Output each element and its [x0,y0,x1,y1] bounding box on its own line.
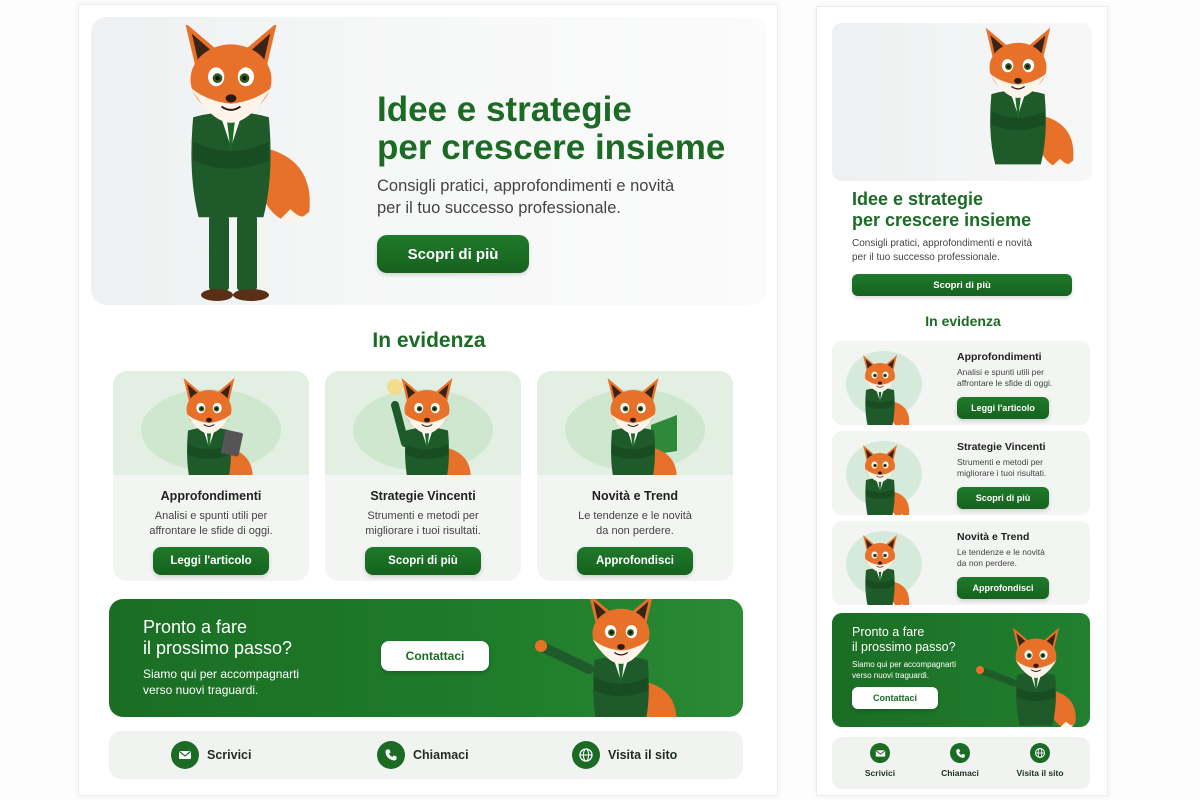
mail-icon [870,743,890,763]
mobile-hero-image [832,23,1092,181]
fox-mascot-image [985,27,1074,169]
fox-idea-image [862,444,910,515]
card-title: Strategie Vincenti [370,489,476,503]
phone-icon [950,743,970,763]
card-description: Le tendenze e le novità da non perdere. [578,510,692,537]
desktop-newsletter: Idee e strategie per crescere insieme Co… [78,4,778,796]
fox-tablet-image [862,354,910,425]
feature-card: Approfondimenti Analisi e spunti utili p… [113,371,309,581]
hero-subtitle: Consigli pratici, approfondimenti e novi… [377,177,675,217]
contact-item-call[interactable]: Chiamaci [377,741,469,769]
globe-icon [1030,743,1050,763]
contact-item-call[interactable]: Chiamaci [922,743,998,778]
mobile-feature-card: Novità e Trend Le tendenze e le novità d… [832,521,1090,605]
mobile-contact-button[interactable]: Contattaci [852,687,938,709]
mobile-card-title: Approfondimenti [957,351,1042,363]
mobile-card-title: Novità e Trend [957,531,1030,543]
globe-icon [572,741,600,769]
mobile-hero-title: Idee e strategie per crescere insieme [852,189,1032,230]
mobile-section-title: In evidenza [925,313,1001,329]
card-description: Analisi e spunti utili per affrontare le… [149,510,273,537]
mobile-card-description: Strumenti e metodi per migliorare i tuoi… [957,457,1047,478]
contact-label: Visita il sito [608,748,678,762]
mobile-card-button[interactable]: Leggi l'articolo [957,397,1049,419]
cta-banner: Pronto a fare il prossimo passo? Siamo q… [109,599,743,717]
contact-item-website[interactable]: Visita il sito [1002,743,1078,778]
mobile-card-title: Strategie Vincenti [957,441,1046,453]
page-canvas: Idee e strategie per crescere insieme Co… [0,0,1200,800]
mobile-card-description: Le tendenze e le novità da non perdere. [957,547,1045,568]
fox-chart-image [862,534,910,605]
phone-icon [377,741,405,769]
fox-idea-image [387,377,471,475]
contact-label: Visita il sito [1016,768,1064,778]
mobile-newsletter: Idee e strategie per crescere insieme Co… [816,6,1108,796]
mobile-hero-subtitle: Consigli pratici, approfondimenti e novi… [852,238,1033,263]
hero-title: Idee e strategie per crescere insieme [377,90,726,167]
fox-presenting-image [976,627,1076,727]
card-title: Approfondimenti [160,489,262,503]
mobile-feature-card: Approfondimenti Analisi e spunti utili p… [832,341,1090,425]
mobile-cta-subtitle: Siamo qui per accompagnarti verso nuovi … [852,660,957,680]
contact-button[interactable]: Contattaci [381,641,489,671]
feature-card: Strategie Vincenti Strumenti e metodi pe… [325,371,521,581]
hero-banner: Idee e strategie per crescere insieme Co… [91,17,767,305]
mobile-card-button[interactable]: Scopri di più [957,487,1049,509]
contact-bar: Scrivici Chiamaci Visita il sito [109,731,743,779]
fox-tablet-image [182,377,253,475]
contact-label: Chiamaci [413,748,469,762]
cta-title: Pronto a fare il prossimo passo? [143,617,293,658]
contact-item-website[interactable]: Visita il sito [572,741,677,769]
feature-card: Novità e Trend Le tendenze e le novità d… [537,371,733,581]
mobile-hero-cta-button[interactable]: Scopri di più [852,274,1072,296]
fox-presenting-image [535,599,677,717]
contact-label: Chiamaci [941,768,979,778]
hero-cta-button[interactable]: Scopri di più [377,235,529,273]
card-title: Novità e Trend [591,489,679,503]
card-button[interactable]: Leggi l'articolo [153,547,269,575]
mobile-feature-card: Strategie Vincenti Strumenti e metodi pe… [832,431,1090,515]
contact-item-write[interactable]: Scrivici [171,741,251,769]
fox-mascot-image [184,25,310,301]
contact-label: Scrivici [864,768,896,778]
mobile-contact-bar: Scrivici Chiamaci Visita il sito [832,737,1090,789]
contact-item-write[interactable]: Scrivici [842,743,918,778]
contact-label: Scrivici [207,748,252,762]
card-button[interactable]: Approfondisci [577,547,693,575]
mobile-card-button[interactable]: Approfondisci [957,577,1049,599]
mail-icon [171,741,199,769]
card-button[interactable]: Scopri di più [365,547,481,575]
section-title: In evidenza [372,329,486,352]
mobile-cta-title: Pronto a fare il prossimo passo? [852,625,956,654]
fox-chart-image [606,377,677,475]
mobile-card-description: Analisi e spunti utili per affrontare le… [957,367,1053,388]
mobile-cta-banner: Pronto a fare il prossimo passo? Siamo q… [832,613,1090,727]
cta-subtitle: Siamo qui per accompagnarti verso nuovi … [143,667,300,697]
card-description: Strumenti e metodi per migliorare i tuoi… [365,510,481,537]
